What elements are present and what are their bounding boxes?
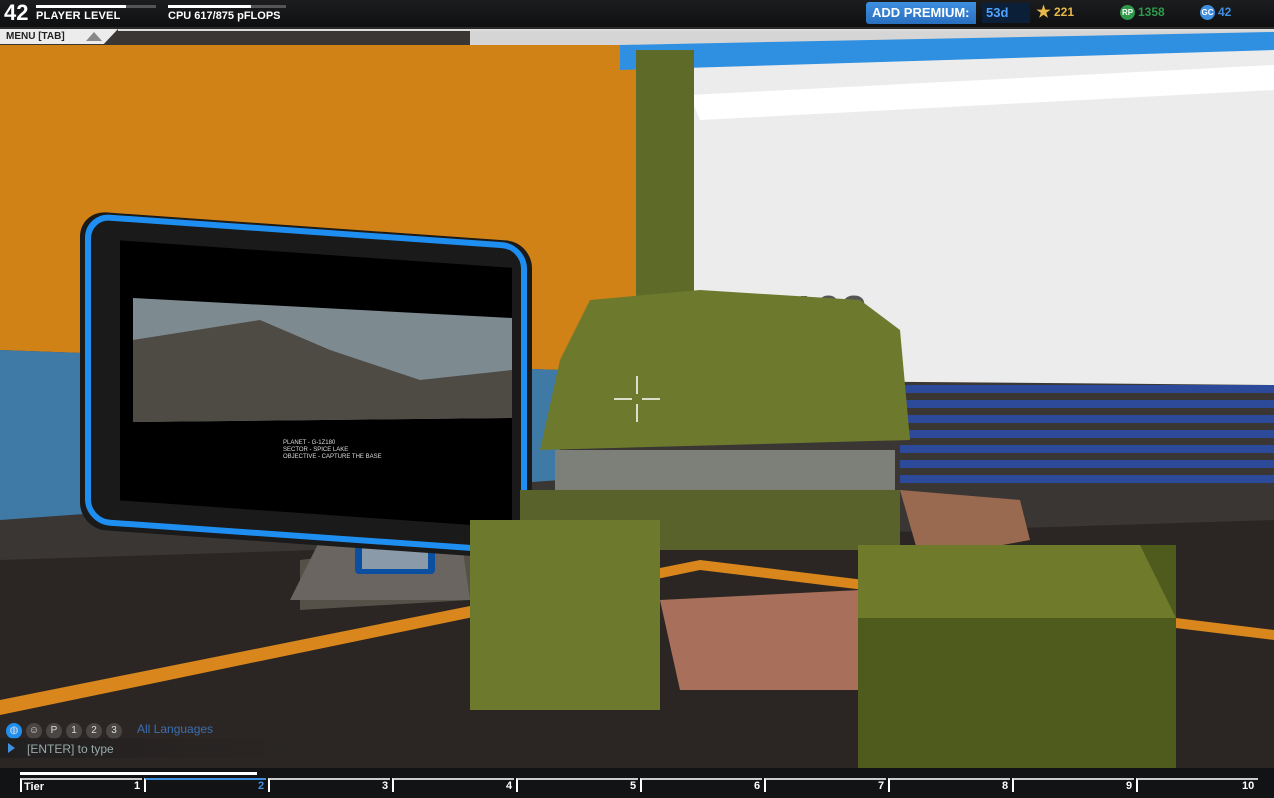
- tier-number-9: 9: [1126, 780, 1133, 792]
- chat-placeholder: [ENTER] to type: [27, 742, 114, 756]
- crosshair-icon: [614, 376, 660, 422]
- gc-counter: GC 42: [1200, 4, 1232, 21]
- rp-value: 1358: [1138, 5, 1165, 19]
- tier-number-3: 3: [382, 780, 389, 792]
- player-level-label: PLAYER LEVEL: [36, 10, 121, 22]
- add-premium-button[interactable]: ADD PREMIUM:: [866, 2, 976, 24]
- player-level-progress: [36, 5, 156, 8]
- tier-segment-2: [144, 778, 266, 792]
- cpu-progress: [168, 5, 286, 8]
- tier-number-8: 8: [1002, 780, 1009, 792]
- chat-filter-icons: ◍ ☺ P 1 2 3: [6, 720, 126, 739]
- tier-number-10: 10: [1242, 780, 1255, 792]
- gc-value: 42: [1218, 5, 1232, 19]
- tier-segment-4: [392, 778, 514, 792]
- monitor-text: PLANET - G-1Z180 SECTOR - SPICE LAKE OBJ…: [283, 440, 382, 461]
- menu-arrow-icon: [86, 32, 102, 41]
- globe-icon[interactable]: ◍: [6, 723, 22, 739]
- tier-segment-7: [764, 778, 886, 792]
- stars-counter: ★ 221: [1036, 4, 1075, 22]
- top-divider: [118, 29, 1274, 31]
- player-level-number: 42: [4, 0, 29, 25]
- tier-progress: [20, 772, 257, 775]
- tier-segment-10: [1136, 778, 1258, 792]
- premium-days: 53d: [982, 3, 1030, 23]
- rp-counter: RP 1358: [1120, 4, 1165, 21]
- add-premium-label: ADD PREMIUM:: [872, 5, 970, 20]
- tier-number-2: 2: [258, 780, 265, 792]
- tier-number-7: 7: [878, 780, 885, 792]
- rp-icon: RP: [1120, 5, 1135, 21]
- tier-number-5: 5: [630, 780, 637, 792]
- monitor-line-planet: PLANET - G-1Z180: [283, 440, 336, 446]
- chat-language[interactable]: All Languages: [137, 722, 213, 736]
- team-2-icon[interactable]: 2: [86, 723, 102, 739]
- tier-segment-3: [268, 778, 390, 792]
- person-icon[interactable]: ☺: [26, 723, 42, 739]
- tier-segment-8: [888, 778, 1010, 792]
- tier-number-6: 6: [754, 780, 761, 792]
- star-icon: ★: [1036, 4, 1051, 22]
- tier-number-4: 4: [506, 780, 513, 792]
- team-1-icon[interactable]: 1: [66, 723, 82, 739]
- tier-segment-5: [516, 778, 638, 792]
- tier-segment-6: [640, 778, 762, 792]
- tier-number-1: 1: [134, 780, 141, 792]
- tier-segment-9: [1012, 778, 1134, 792]
- stars-value: 221: [1054, 5, 1075, 19]
- party-p-icon[interactable]: P: [46, 723, 62, 739]
- tier-segment-1: [20, 778, 142, 792]
- team-3-icon[interactable]: 3: [106, 723, 122, 739]
- cpu-label: CPU 617/875 pFLOPS: [168, 10, 281, 22]
- monitor-line-sector: SECTOR - SPICE LAKE: [283, 447, 349, 453]
- chat-arrow-icon: [8, 743, 15, 753]
- gc-icon: GC: [1200, 5, 1215, 21]
- monitor-line-objective: OBJECTIVE - CAPTURE THE BASE: [283, 454, 382, 460]
